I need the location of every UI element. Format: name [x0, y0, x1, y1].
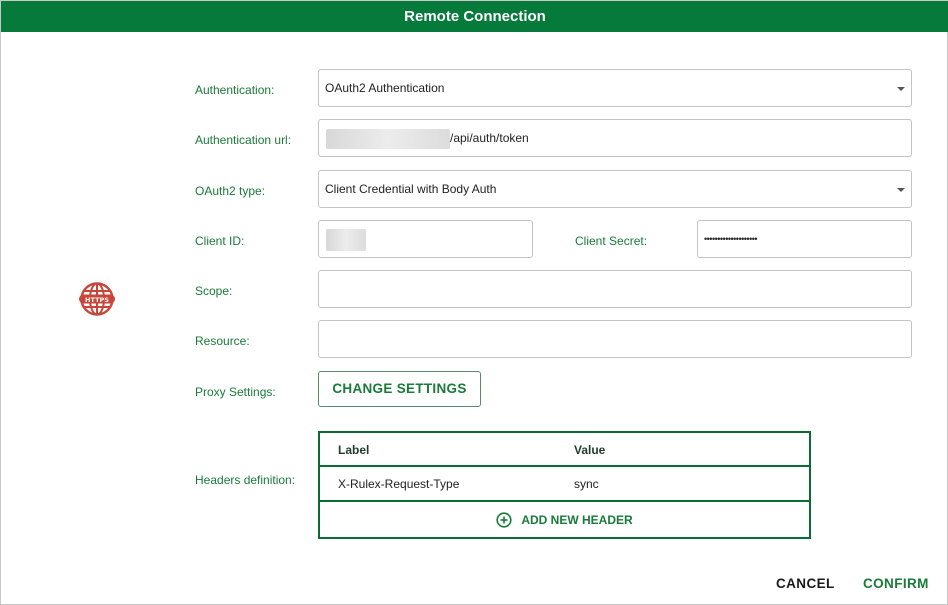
- client-secret-label: Client Secret:: [575, 234, 648, 248]
- change-settings-button[interactable]: CHANGE SETTINGS: [318, 371, 481, 407]
- header-label-cell[interactable]: X-Rulex-Request-Type: [338, 467, 459, 501]
- add-new-header-label: ADD NEW HEADER: [521, 512, 633, 527]
- column-header-label: Label: [338, 443, 370, 457]
- client-id-label: Client ID:: [195, 234, 245, 248]
- https-globe-icon: HTTPS: [79, 282, 115, 316]
- authentication-select[interactable]: OAuth2 Authentication: [318, 69, 912, 107]
- chevron-down-icon: [897, 87, 905, 91]
- client-secret-input[interactable]: ••••••••••••••••••••: [697, 220, 912, 258]
- oauth2-type-label: OAuth2 type:: [195, 184, 266, 198]
- auth-url-input[interactable]: /api/auth/token: [318, 119, 912, 157]
- dialog-title: Remote Connection: [1, 1, 948, 32]
- resource-label: Resource:: [195, 334, 250, 348]
- authentication-value: OAuth2 Authentication: [325, 81, 445, 95]
- resource-input[interactable]: [318, 320, 912, 358]
- table-header-row: Label Value: [320, 433, 809, 467]
- table-row[interactable]: X-Rulex-Request-Type sync: [320, 467, 809, 502]
- oauth2-type-select[interactable]: Client Credential with Body Auth: [318, 170, 912, 208]
- svg-text:HTTPS: HTTPS: [85, 296, 109, 304]
- headers-definition-label: Headers definition:: [195, 473, 296, 487]
- add-circle-icon: [496, 511, 512, 528]
- auth-url-label: Authentication url:: [195, 133, 292, 147]
- scope-input[interactable]: [318, 270, 912, 308]
- header-value-cell[interactable]: sync: [574, 467, 599, 501]
- headers-table: Label Value X-Rulex-Request-Type sync AD…: [318, 431, 811, 539]
- client-secret-value: ••••••••••••••••••••: [704, 234, 758, 244]
- scope-label: Scope:: [195, 284, 233, 298]
- proxy-settings-label: Proxy Settings:: [195, 385, 276, 399]
- oauth2-type-value: Client Credential with Body Auth: [325, 182, 497, 196]
- cancel-button[interactable]: CANCEL: [776, 576, 835, 592]
- remote-connection-dialog: Remote Connection HTTPS Authentication: …: [0, 0, 948, 605]
- authentication-label: Authentication:: [195, 83, 275, 97]
- add-new-header-button[interactable]: ADD NEW HEADER: [320, 502, 809, 537]
- confirm-button[interactable]: CONFIRM: [863, 576, 929, 592]
- client-id-input[interactable]: [318, 220, 533, 258]
- redacted-client-id: [326, 228, 366, 251]
- redacted-host: [326, 128, 450, 149]
- chevron-down-icon: [897, 188, 905, 192]
- column-header-value: Value: [574, 443, 606, 457]
- auth-url-value: /api/auth/token: [450, 131, 529, 145]
